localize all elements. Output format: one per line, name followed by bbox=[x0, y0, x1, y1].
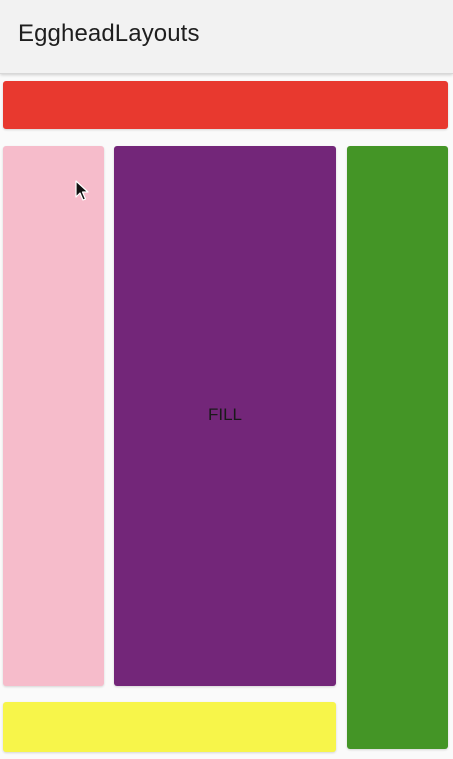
app-screen: EggheadLayouts FILL bbox=[0, 0, 453, 759]
red-box bbox=[3, 81, 448, 129]
purple-fill-box: FILL bbox=[114, 146, 336, 686]
green-box bbox=[347, 146, 448, 749]
fill-label: FILL bbox=[207, 405, 243, 424]
app-title: EggheadLayouts bbox=[18, 20, 200, 47]
mouse-pointer-icon bbox=[75, 180, 89, 207]
app-bar: EggheadLayouts bbox=[0, 0, 453, 74]
yellow-box bbox=[3, 702, 336, 752]
pink-box bbox=[3, 146, 104, 686]
